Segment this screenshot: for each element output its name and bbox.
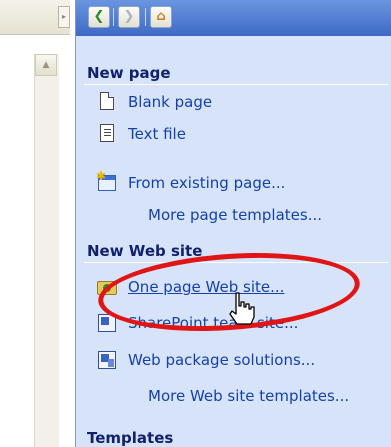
- section-title-new-web-site: New Web site: [87, 242, 203, 260]
- nav-divider: [113, 8, 114, 26]
- back-arrow-icon[interactable]: ❮: [88, 6, 110, 28]
- web-package-icon: [96, 349, 118, 371]
- scrollbar-track[interactable]: [34, 54, 59, 447]
- text-file-link[interactable]: Text file: [96, 122, 186, 146]
- forward-arrow-icon[interactable]: ❯: [118, 6, 140, 28]
- collapse-arrow-icon[interactable]: ▸: [58, 6, 70, 28]
- existing-page-icon: ✱: [96, 169, 118, 194]
- from-existing-page-link[interactable]: ✱ From existing page...: [96, 169, 286, 195]
- nav-divider: [145, 8, 146, 26]
- more-web-site-templates-label: More Web site templates...: [148, 387, 350, 405]
- home-icon[interactable]: ⌂: [150, 6, 172, 28]
- text-file-label: Text file: [128, 125, 186, 143]
- blank-page-icon: [96, 91, 118, 113]
- blank-page-link[interactable]: Blank page: [96, 90, 212, 114]
- task-pane: ❮ ❯ ⌂ New page Blank page Text file ✱ Fr…: [75, 0, 391, 447]
- more-page-templates-label: More page templates...: [148, 206, 323, 224]
- blank-page-label: Blank page: [128, 93, 213, 111]
- web-package-solutions-label: Web package solutions...: [128, 351, 316, 369]
- section-title-new-page: New page: [87, 64, 171, 82]
- more-page-templates-link[interactable]: More page templates...: [148, 203, 322, 227]
- text-file-icon: [96, 123, 118, 145]
- hand-cursor-icon: [229, 292, 255, 325]
- section-divider: [84, 84, 388, 85]
- more-web-site-templates-link[interactable]: More Web site templates...: [148, 384, 349, 408]
- scroll-up-icon[interactable]: ▲: [35, 54, 57, 76]
- task-pane-header: ❮ ❯ ⌂: [76, 0, 391, 36]
- from-existing-page-label: From existing page...: [128, 174, 286, 192]
- section-title-templates: Templates: [87, 429, 174, 447]
- web-package-solutions-link[interactable]: Web package solutions...: [96, 348, 315, 372]
